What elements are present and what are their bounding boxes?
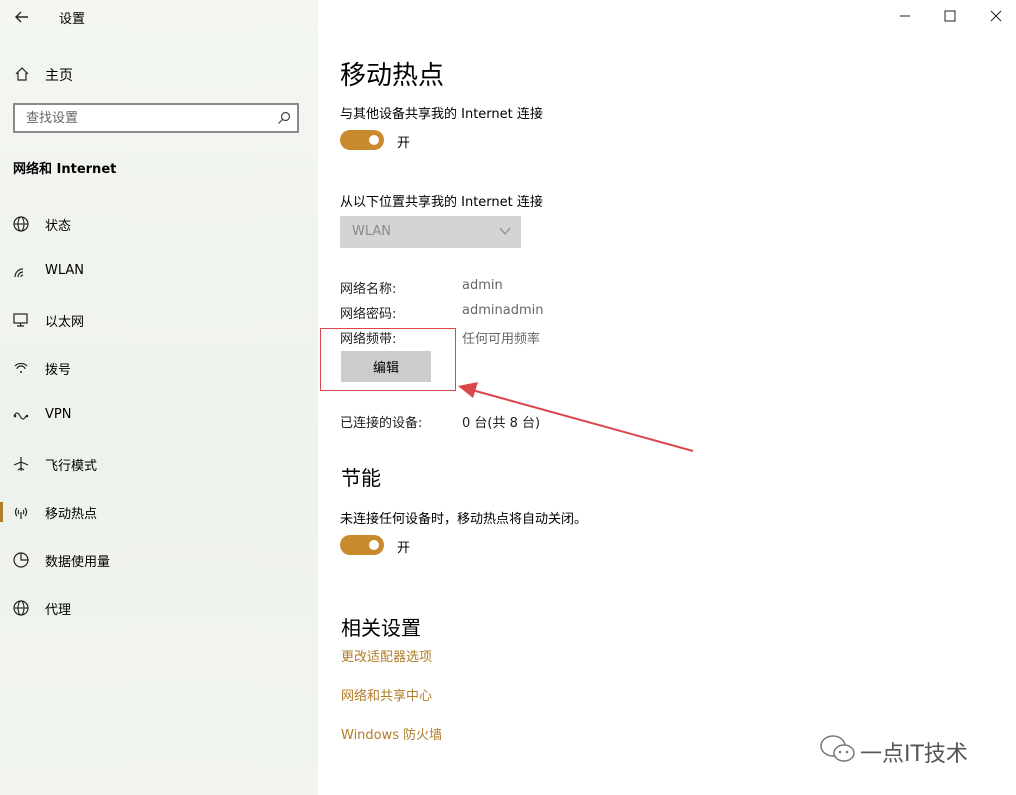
- sidebar-item-status[interactable]: 状态: [0, 204, 318, 244]
- share-toggle-state: 开: [397, 136, 411, 151]
- power-saving-toggle[interactable]: [340, 535, 384, 555]
- app-title: 设置: [59, 12, 86, 27]
- sidebar-item-home[interactable]: 主页: [0, 58, 318, 90]
- share-from-value: WLAN: [352, 224, 392, 239]
- link-network-sharing-center[interactable]: 网络和共享中心: [341, 685, 432, 704]
- sidebar-item-label: 以太网: [45, 315, 85, 330]
- airplane-icon: [13, 457, 29, 471]
- sidebar-item-dialup[interactable]: 拨号: [0, 348, 318, 388]
- data-usage-icon: [13, 552, 29, 568]
- sidebar-item-label: 状态: [45, 219, 72, 234]
- hotspot-icon: [14, 507, 28, 519]
- vpn-icon: [13, 412, 29, 420]
- search-icon[interactable]: [277, 111, 291, 125]
- globe-icon: [13, 216, 29, 232]
- share-from-dropdown[interactable]: WLAN: [340, 216, 521, 248]
- title-bar-left: 设置: [0, 0, 318, 34]
- watermark: 一点IT技术: [818, 732, 998, 772]
- sidebar-section-title: 网络和 Internet: [13, 162, 117, 177]
- toggle-knob: [369, 135, 379, 145]
- network-password-key: 网络密码:: [340, 307, 397, 322]
- close-icon: [990, 10, 1002, 22]
- share-connection-label: 与其他设备共享我的 Internet 连接: [340, 107, 543, 122]
- link-windows-firewall[interactable]: Windows 防火墙: [341, 724, 442, 743]
- close-button[interactable]: [981, 4, 1011, 28]
- share-from-label: 从以下位置共享我的 Internet 连接: [340, 195, 543, 210]
- sidebar-item-hotspot[interactable]: 移动热点: [0, 492, 318, 532]
- network-band-value: 任何可用频率: [462, 332, 541, 347]
- back-button[interactable]: [10, 6, 34, 28]
- back-arrow-icon: [15, 11, 28, 23]
- page-title: 移动热点: [340, 61, 445, 91]
- network-name-key: 网络名称:: [340, 282, 397, 297]
- sidebar-item-airplane[interactable]: 飞行模式: [0, 444, 318, 484]
- sidebar-item-label: VPN: [45, 407, 72, 422]
- wechat-icon: [820, 735, 855, 762]
- maximize-button[interactable]: [935, 4, 965, 28]
- sidebar: 设置 主页 网络和 Internet 状态 WLAN 以太网: [0, 0, 318, 795]
- connected-devices-key: 已连接的设备:: [340, 416, 423, 431]
- globe-icon: [13, 600, 29, 616]
- power-toggle-state: 开: [397, 541, 411, 556]
- related-settings-heading: 相关设置: [341, 616, 421, 640]
- sidebar-item-vpn[interactable]: VPN: [0, 396, 318, 436]
- sidebar-item-label: 飞行模式: [45, 459, 98, 474]
- sidebar-item-label: WLAN: [45, 263, 85, 278]
- network-password-value: adminadmin: [462, 303, 544, 318]
- search-box[interactable]: [13, 103, 299, 133]
- sidebar-item-label: 拨号: [45, 363, 72, 378]
- share-connection-toggle[interactable]: [340, 130, 384, 150]
- power-saving-heading: 节能: [341, 466, 381, 490]
- toggle-knob: [369, 540, 379, 550]
- sidebar-item-ethernet[interactable]: 以太网: [0, 300, 318, 340]
- network-name-value: admin: [462, 278, 503, 293]
- sidebar-item-wlan[interactable]: WLAN: [0, 252, 318, 292]
- wifi-icon: [14, 268, 24, 278]
- sidebar-item-label: 移动热点: [45, 507, 98, 522]
- sidebar-item-label: 主页: [45, 68, 73, 84]
- dialup-icon: [14, 363, 28, 373]
- annotation-highlight-box: [320, 328, 456, 391]
- chevron-down-icon: [499, 227, 511, 235]
- sidebar-item-label: 代理: [45, 603, 72, 618]
- minimize-icon: [900, 15, 910, 17]
- search-input[interactable]: [24, 110, 268, 127]
- home-icon: [15, 67, 29, 81]
- ethernet-icon: [13, 313, 28, 327]
- maximize-icon: [944, 10, 956, 22]
- watermark-text: 一点IT技术: [860, 742, 968, 767]
- link-adapter-options[interactable]: 更改适配器选项: [341, 646, 432, 665]
- sidebar-item-label: 数据使用量: [45, 555, 111, 570]
- connected-devices-value: 0 台(共 8 台): [462, 416, 541, 431]
- power-saving-label: 未连接任何设备时，移动热点将自动关闭。: [340, 512, 588, 527]
- minimize-button[interactable]: [890, 4, 920, 28]
- sidebar-item-data-usage[interactable]: 数据使用量: [0, 540, 318, 580]
- sidebar-item-proxy[interactable]: 代理: [0, 588, 318, 628]
